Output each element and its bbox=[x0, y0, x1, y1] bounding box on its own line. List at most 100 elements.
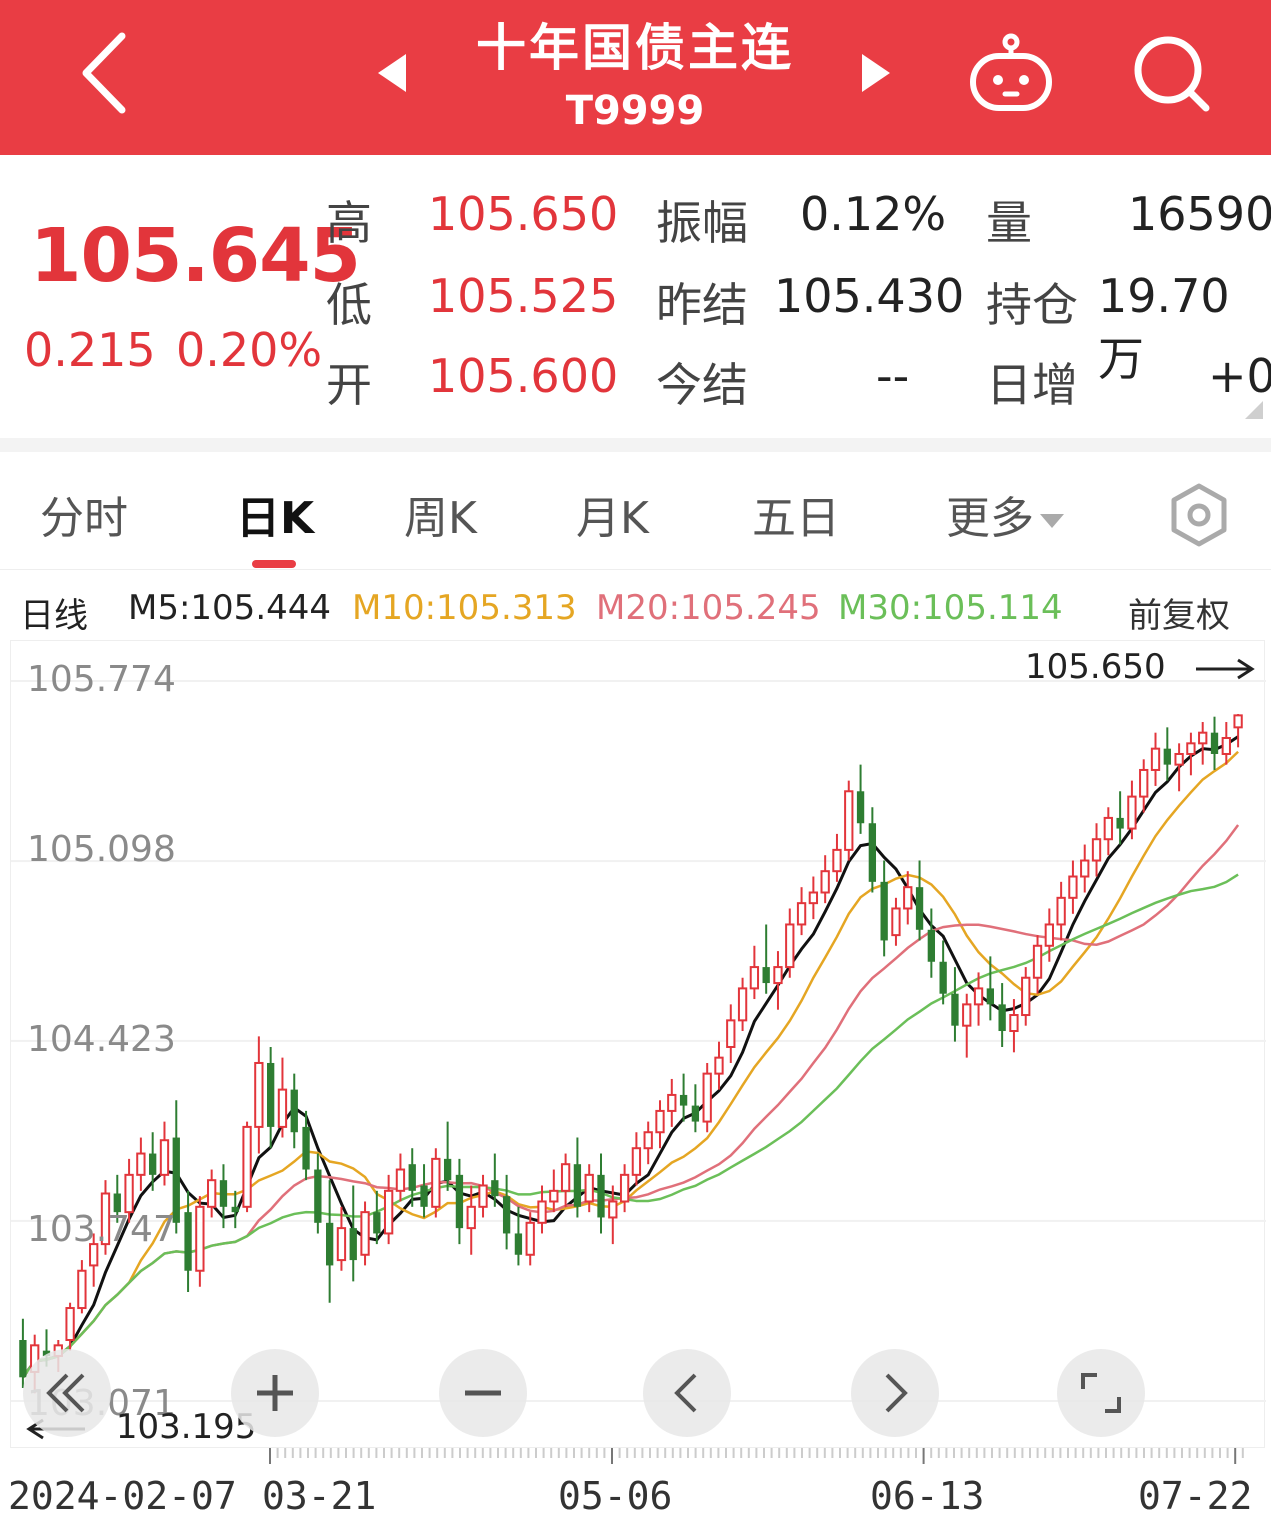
search-button[interactable] bbox=[1130, 32, 1214, 116]
back-button[interactable] bbox=[70, 28, 140, 118]
minus-icon bbox=[465, 1390, 501, 1396]
zoom-in-button[interactable] bbox=[231, 1349, 319, 1437]
candle bbox=[1068, 860, 1078, 914]
candle bbox=[1150, 732, 1161, 786]
tab-five-day[interactable]: 五日 bbox=[752, 482, 840, 546]
volume-value: 16590 bbox=[1128, 187, 1271, 241]
candle bbox=[927, 908, 936, 978]
max-price-label: 105.650 bbox=[1025, 647, 1166, 687]
tab-more[interactable]: 更多 bbox=[946, 482, 1064, 546]
amplitude-value: 0.12% bbox=[800, 187, 947, 241]
assistant-button[interactable] bbox=[965, 30, 1057, 114]
max-price-marker: 105.650 bbox=[1025, 647, 1256, 687]
candle bbox=[903, 871, 913, 925]
candle bbox=[655, 1100, 665, 1149]
candle bbox=[962, 993, 972, 1058]
candle bbox=[573, 1137, 582, 1218]
quote-panel: 105.645 0.215 0.20% 高 105.650 低 105.525 … bbox=[0, 155, 1271, 438]
low-value: 105.525 bbox=[428, 269, 619, 323]
tab-weekly-k[interactable]: 周K bbox=[404, 482, 477, 546]
chevron-left-icon bbox=[674, 1373, 697, 1413]
prev-settle-value: 105.430 bbox=[774, 269, 965, 323]
candle bbox=[242, 1121, 252, 1213]
contract-code: T9999 bbox=[565, 88, 705, 134]
fullscreen-button[interactable] bbox=[1057, 1349, 1145, 1437]
amplitude-label: 振幅 bbox=[656, 196, 748, 250]
candle bbox=[1032, 935, 1043, 994]
candle bbox=[267, 1046, 275, 1149]
candle bbox=[714, 1041, 724, 1090]
candle bbox=[737, 977, 748, 1032]
ma30-line bbox=[21, 873, 1239, 1379]
candle bbox=[796, 887, 807, 936]
ma5-value: M5:105.444 bbox=[128, 588, 332, 628]
ma5-line bbox=[21, 735, 1239, 1379]
scroll-right-button[interactable] bbox=[851, 1349, 939, 1437]
chart-settings-button[interactable] bbox=[1166, 482, 1232, 548]
scroll-left-button[interactable] bbox=[643, 1349, 731, 1437]
candle bbox=[891, 897, 901, 946]
candle bbox=[679, 1073, 688, 1122]
x-tick-label: 03-21 bbox=[262, 1474, 377, 1518]
active-tab-indicator bbox=[252, 560, 296, 568]
ma20-line bbox=[21, 824, 1240, 1379]
candle bbox=[560, 1153, 571, 1207]
ma10-value: M10:105.313 bbox=[352, 588, 577, 628]
candle bbox=[159, 1121, 170, 1186]
candle bbox=[785, 908, 795, 978]
candle bbox=[820, 855, 830, 904]
previous-contract-button[interactable] bbox=[372, 50, 412, 96]
open-value: 105.600 bbox=[428, 349, 619, 403]
tab-daily-k[interactable]: 日K bbox=[236, 482, 314, 546]
candle bbox=[915, 860, 924, 941]
settle-value: -- bbox=[876, 349, 910, 403]
x-tick-label: 07-22 bbox=[1138, 1474, 1253, 1518]
candle bbox=[998, 983, 1006, 1047]
period-tabs: 分时 日K 周K 月K 五日 更多 bbox=[0, 452, 1271, 570]
candle bbox=[502, 1174, 511, 1250]
ma20-value: M20:105.245 bbox=[596, 588, 821, 628]
candle bbox=[1221, 722, 1231, 765]
kline-chart-canvas[interactable] bbox=[11, 641, 1266, 1449]
daily-change-label: 日增 bbox=[986, 358, 1078, 412]
candle bbox=[383, 1174, 394, 1245]
candle bbox=[1021, 967, 1031, 1026]
prev-settle-label: 昨结 bbox=[656, 278, 748, 332]
chart-grid bbox=[11, 680, 1266, 1402]
candle bbox=[702, 1062, 712, 1133]
candle bbox=[149, 1132, 157, 1191]
adjustment-toggle[interactable]: 前复权 bbox=[1128, 588, 1230, 637]
kline-chart[interactable]: 105.774 105.098 104.423 103.747 103.071 … bbox=[10, 640, 1266, 1449]
chevron-right-icon bbox=[885, 1373, 908, 1413]
candle bbox=[619, 1164, 630, 1213]
moving-average-lines bbox=[21, 735, 1240, 1379]
candle bbox=[1103, 807, 1113, 856]
chevron-left-icon bbox=[82, 32, 126, 114]
candle bbox=[808, 876, 819, 920]
candle bbox=[1091, 823, 1102, 877]
price-change: 0.215 bbox=[24, 323, 156, 377]
tab-intraday[interactable]: 分时 bbox=[40, 482, 128, 546]
open-label: 开 bbox=[326, 358, 372, 412]
next-contract-button[interactable] bbox=[856, 50, 896, 96]
candle bbox=[667, 1078, 677, 1127]
y-tick-label: 105.098 bbox=[27, 829, 176, 870]
candle bbox=[844, 780, 854, 861]
x-axis-ticks bbox=[269, 1448, 1244, 1464]
x-axis: 2024-02-07 03-21 05-06 06-13 07-22 bbox=[0, 1446, 1271, 1523]
fullscreen-icon bbox=[1081, 1373, 1121, 1413]
volume-label: 量 bbox=[986, 196, 1032, 250]
jump-to-start-button[interactable] bbox=[23, 1349, 111, 1437]
candle bbox=[231, 1190, 239, 1229]
candle bbox=[77, 1260, 87, 1314]
tab-monthly-k[interactable]: 月K bbox=[576, 482, 649, 546]
candle bbox=[420, 1164, 428, 1218]
zoom-out-button[interactable] bbox=[439, 1349, 527, 1437]
expand-corner-icon[interactable] bbox=[1245, 401, 1263, 419]
candle bbox=[762, 924, 770, 994]
candle bbox=[691, 1084, 700, 1133]
daily-change-value: +0 bbox=[1208, 349, 1271, 403]
candlestick-series bbox=[19, 714, 1243, 1394]
price-change-percent: 0.20% bbox=[176, 323, 323, 377]
candle bbox=[880, 860, 888, 957]
